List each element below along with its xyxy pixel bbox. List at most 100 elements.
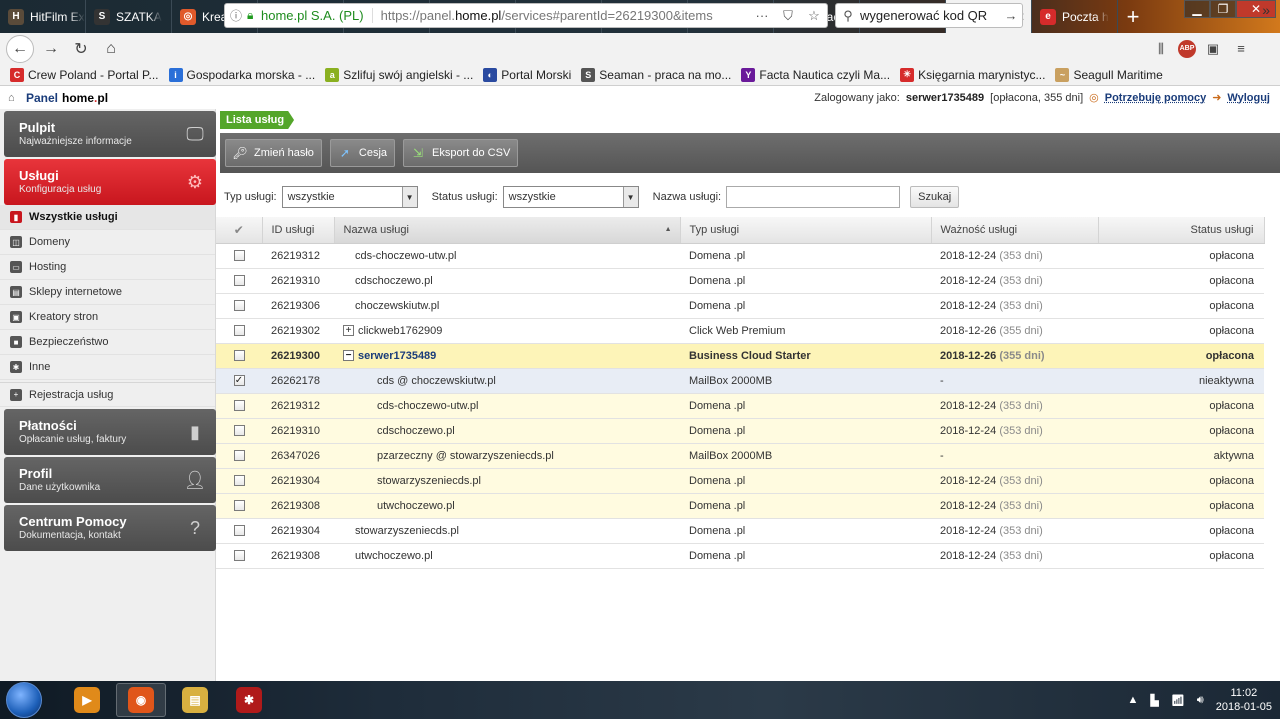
sidebar-item-register[interactable]: + Rejestracja usług [0,382,215,407]
bookmarks-overflow-icon[interactable]: » [1262,2,1270,18]
column-header-type[interactable]: Typ usługi [680,217,932,244]
close-window-icon[interactable]: ✕ [1236,0,1276,18]
sidebar-item-sklepy-internetowe[interactable]: ▤ Sklepy internetowe [0,280,215,305]
url-text[interactable]: https://panel.home.pl/services#parentId=… [381,8,749,23]
column-header-id[interactable]: ID usługi [262,217,335,244]
type-filter-select[interactable]: wszystkie ▼ [281,186,418,208]
search-value[interactable]: wygenerować kod QR [860,8,1000,23]
table-row[interactable]: 26219310 cdschoczewo.pl Domena .pl 2018-12-… [216,418,1264,444]
bookmark-star-icon[interactable]: ☆ [801,8,827,24]
back-arrow-icon[interactable]: ← [6,34,34,63]
bookmark-item[interactable]: ✳ Księgarnia marynistyc... [900,67,1045,82]
table-row[interactable]: 26219304 stowarzyszeniecds.pl Domena .pl 20… [216,468,1264,494]
bookmark-item[interactable]: a Szlifuj swój angielski - ... [325,67,473,82]
forward-arrow-icon[interactable]: → [36,35,66,63]
chevron-down-icon[interactable]: ▼ [401,187,417,207]
sidebar-item-kreatory-stron[interactable]: ▣ Kreatory stron [0,305,215,330]
minimize-icon[interactable]: ▁ [1184,0,1210,18]
collapse-icon[interactable]: − [343,350,354,362]
table-row[interactable]: 26219300− serwer1735489 Business Cloud Sta… [216,343,1264,369]
menu-icon[interactable]: ≡ [1230,38,1252,60]
bookmark-item[interactable]: Y Facta Nautica czyli Ma... [741,67,890,82]
search-button[interactable]: Szukaj [910,186,960,208]
sidebar-item-wszystkie-usługi[interactable]: ▮ Wszystkie usługi [0,205,215,230]
service-name[interactable]: serwer1735489 [358,350,436,362]
logout-link[interactable]: Wyloguj [1227,92,1270,104]
bookmark-item[interactable]: i Gospodarka morska - ... [168,67,315,82]
row-checkbox[interactable] [233,525,245,537]
table-row[interactable]: 26219312 cds-choczewo-utw.pl Domena .pl 201… [216,243,1264,269]
browser-search-box[interactable]: ⚲ wygenerować kod QR → [835,3,1023,28]
table-row[interactable]: 26219302 + clickweb1762909 Click Web Premiu… [216,318,1264,344]
reload-icon[interactable]: ↻ [66,35,96,63]
row-checkbox[interactable] [233,475,245,487]
sidebar-pulpit[interactable]: Pulpit Najważniejsze informacje 🖵︎ [4,111,216,157]
bookmark-item[interactable]: C Crew Poland - Portal P... [10,67,159,82]
signal-icon[interactable]: 📶︎ [1171,694,1185,707]
address-bar[interactable]: ⓘ 🔒︎ home.pl S.A. (PL) https://panel.hom… [224,3,828,28]
sidebar-item-bezpieczeństwo[interactable]: ■ Bezpieczeństwo [0,330,215,355]
adblock-icon[interactable]: ABP [1178,39,1196,58]
column-header-name[interactable]: Nazwa usługi ▲ [334,217,681,244]
sidebar-toggle-icon[interactable]: ▣ [1202,38,1224,60]
row-checkbox[interactable] [233,400,245,412]
table-row[interactable]: ✓ 26262178 cds @ choczewskiutw.pl MailBox 2… [216,368,1264,394]
taskbar-app-firefox[interactable]: ◉ [116,683,166,717]
sidebar-item-domeny[interactable]: ◫ Domeny [0,230,215,255]
browser-tab[interactable]: H HitFilm Ex [0,0,86,33]
network-icon[interactable]: ▙ [1150,694,1158,707]
table-row[interactable]: 26219308 utwchoczewo.pl Domena .pl 2018-12-… [216,493,1264,519]
sidebar-item-hosting[interactable]: ▭ Hosting [0,255,215,280]
panel-logo[interactable]: ⌂ Panel home.pl [8,91,108,105]
more-actions-icon[interactable]: ··· [749,8,775,23]
column-header-status[interactable]: Status usługi [1098,217,1265,244]
row-checkbox[interactable]: ✓ [233,375,245,387]
chevron-down-icon[interactable]: ▼ [622,187,638,207]
sidebar-profil[interactable]: Profil Dane użytkownika 👤︎ [4,457,216,503]
row-checkbox[interactable] [233,250,245,262]
expand-icon[interactable]: + [343,325,354,337]
bookmark-item[interactable]: ◐ Portal Morski [483,67,571,82]
taskbar-app-file-explorer[interactable]: ▤ [170,683,220,717]
export-csv-button[interactable]: ⇲ Eksport do CSV [403,139,519,167]
table-row[interactable]: 26219308 utwchoczewo.pl Domena .pl 2018-12-… [216,543,1264,569]
row-checkbox[interactable] [233,550,245,562]
pocket-icon[interactable]: ⛉ [775,8,801,24]
sidebar-pomoc[interactable]: Centrum Pomocy Dokumentacja, kontakt ? [4,505,216,551]
new-tab-button[interactable]: + [1118,0,1148,33]
help-link[interactable]: Potrzebuję pomocy [1105,92,1206,104]
row-checkbox[interactable] [233,275,245,287]
table-row[interactable]: 26347026 pzarzeczny @ stowarzyszeniecds.p… [216,443,1264,469]
breadcrumb[interactable]: Lista usług [220,111,295,129]
sidebar-uslugi[interactable]: Usługi Konfiguracja usług ⚙ [4,159,216,205]
change-password-button[interactable]: 🔑︎ Zmień hasło [225,139,322,167]
row-checkbox[interactable] [233,450,245,462]
browser-tab[interactable]: e Poczta h [1032,0,1118,33]
sidebar-platnosci[interactable]: Płatności Opłacanie usług, faktury ▮ [4,409,216,455]
table-row[interactable]: 26219304 stowarzyszeniecds.pl Domena .pl 20… [216,518,1264,544]
library-icon[interactable]: ⫼ [1150,38,1172,60]
row-checkbox[interactable] [233,425,245,437]
volume-icon[interactable]: 🔊︎ [1197,694,1204,707]
browser-tab[interactable]: S SZATKA [86,0,172,33]
bookmark-item[interactable]: S Seaman - praca na mo... [581,67,731,82]
info-icon[interactable]: ⓘ [225,7,247,24]
cesja-button[interactable]: ➚ Cesja [329,139,396,167]
home-icon[interactable]: ⌂ [96,35,126,63]
select-all-header[interactable]: ✔ [216,217,263,244]
sidebar-item-inne[interactable]: ✱ Inne [0,355,215,380]
taskbar-app-hitfilm[interactable]: ✱ [224,683,274,717]
taskbar-app-media-player[interactable]: ▶ [62,683,112,717]
row-checkbox[interactable] [233,500,245,512]
row-checkbox[interactable] [233,350,245,362]
clock[interactable]: 11:02 2018-01-05 [1216,686,1272,714]
name-filter-input[interactable] [726,186,901,208]
status-filter-select[interactable]: wszystkie ▼ [502,186,639,208]
start-button[interactable] [6,682,42,718]
table-row[interactable]: 26219310 cdschoczewo.pl Domena .pl 2018-12-… [216,268,1264,294]
table-row[interactable]: 26219312 cds-choczewo-utw.pl Domena .pl 201… [216,393,1264,419]
search-go-arrow-icon[interactable]: → [1000,8,1022,23]
table-row[interactable]: 26219306 choczewskiutw.pl Domena .pl 2018-1… [216,293,1264,319]
column-header-validity[interactable]: Ważność usługi [931,217,1099,244]
tray-expand-icon[interactable]: ▲ [1127,694,1138,706]
